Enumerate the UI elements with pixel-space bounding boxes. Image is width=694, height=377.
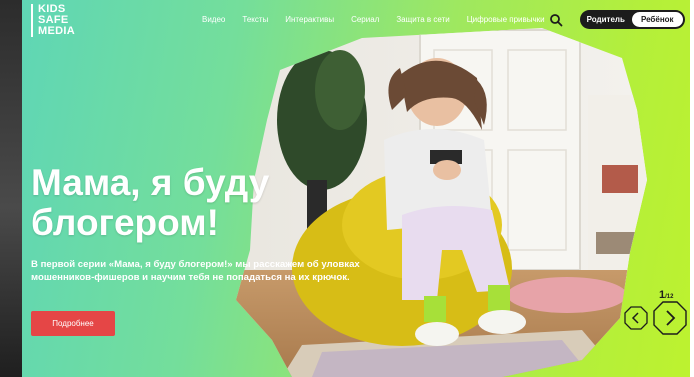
slide-total: 12 [666,294,674,300]
background-edge-left [0,0,22,377]
role-parent-button[interactable]: Родитель [580,10,632,29]
search-icon[interactable] [549,13,563,27]
nav-item-digital-habits[interactable]: Цифровые привычки [467,15,545,24]
hero-title-line: Мама, я буду [31,162,270,203]
hero-title: Мама, я буду блогером! [31,163,331,243]
nav-item-online-protection[interactable]: Защита в сети [396,15,449,24]
hero-title-line: блогером! [31,202,219,243]
logo-text: KIDS SAFE MEDIA [38,4,75,37]
hero-description: В первой серии «Мама, я буду блогером!» … [31,259,360,283]
kids-safe-media-logo[interactable]: KIDS SAFE MEDIA [31,4,75,37]
nav-item-video[interactable]: Видео [202,15,225,24]
role-toggle: Родитель Ребёнок [580,10,685,29]
main-nav: Видео Тексты Интерактивы Сериал Защита в… [202,15,562,24]
chevron-right-icon[interactable] [653,301,687,335]
chevron-left-icon[interactable] [624,306,648,330]
nav-item-interactives[interactable]: Интерактивы [285,15,334,24]
more-button[interactable]: Подробнее [31,311,115,336]
background-edge-right [690,0,694,377]
logo-bar [31,4,33,37]
hero-banner: KIDS SAFE MEDIA Видео Тексты Интерактивы… [22,0,690,377]
logo-line: MEDIA [38,25,75,37]
nav-item-series[interactable]: Сериал [351,15,379,24]
nav-item-texts[interactable]: Тексты [242,15,268,24]
role-child-button[interactable]: Ребёнок [631,12,683,27]
